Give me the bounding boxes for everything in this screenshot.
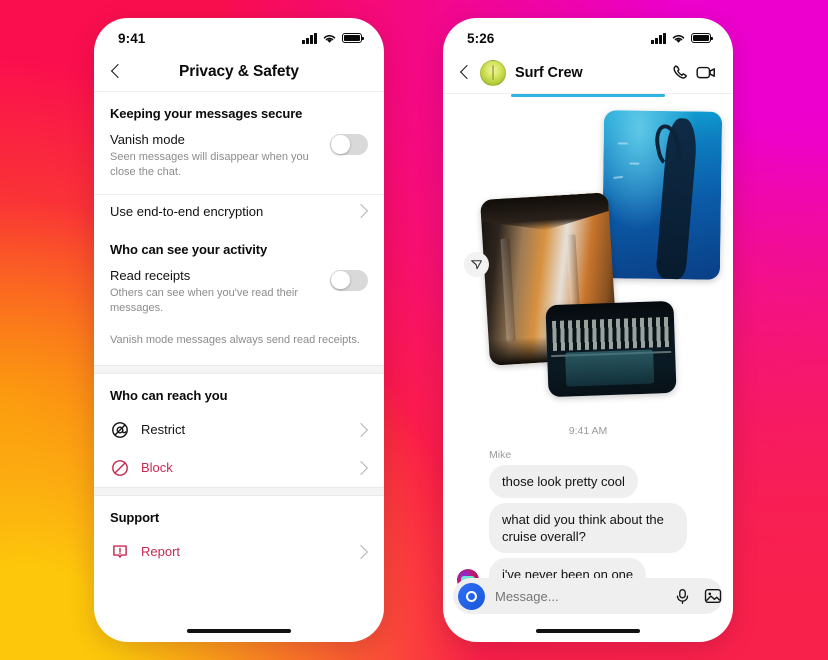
settings-list: Keeping your messages secure Vanish mode… — [94, 92, 384, 571]
message-bubble[interactable]: what did you think about the cruise over… — [489, 502, 687, 554]
toggle-knob — [331, 135, 350, 154]
microphone-icon[interactable] — [673, 587, 692, 606]
underwater-diver-photo[interactable] — [601, 109, 723, 280]
wifi-icon — [323, 34, 336, 43]
setting-title: Block — [141, 460, 173, 476]
setting-subtitle: Others can see when you've read their me… — [110, 286, 298, 315]
chevron-right-icon — [353, 460, 369, 475]
phone-right-chat-thread: 5:26 Surf Crew 9:41 AM Mike those look p… — [443, 18, 733, 642]
setting-row-text: Vanish mode Seen messages will disappear… — [110, 132, 330, 181]
setting-row-end-to-end-encryption[interactable]: Use end-to-end encryption — [94, 195, 384, 228]
chat-navigation-bar: Surf Crew — [443, 52, 733, 94]
setting-row-report[interactable]: Report — [94, 533, 384, 571]
report-icon — [110, 542, 130, 562]
share-arrow-icon[interactable] — [464, 251, 489, 277]
back-button[interactable] — [108, 63, 126, 81]
status-icons — [651, 32, 714, 44]
message-row: those look pretty cool — [443, 464, 733, 503]
status-time: 5:26 — [467, 30, 495, 46]
message-composer — [453, 578, 723, 614]
toggle-knob — [331, 270, 350, 290]
phone-left-privacy-settings: 9:41 Privacy & Safety Keeping your messa… — [94, 18, 384, 642]
message-row: what did you think about the cruise over… — [443, 502, 733, 559]
message-timestamp: 9:41 AM — [568, 424, 608, 437]
section-divider — [94, 486, 384, 496]
phone-call-icon[interactable] — [667, 60, 693, 86]
setting-title: Report — [141, 544, 181, 560]
setting-title: Restrict — [141, 422, 186, 438]
message-input[interactable] — [485, 587, 673, 605]
section-heading-support: Support — [110, 509, 160, 525]
status-icons — [302, 32, 365, 44]
setting-row-text: Read receipts Others can see when you've… — [110, 268, 330, 317]
signal-bars-icon — [651, 32, 666, 44]
block-icon — [110, 458, 130, 478]
chevron-right-icon — [353, 544, 369, 559]
page-title: Privacy & Safety — [179, 62, 299, 80]
photo-gallery-icon[interactable] — [703, 587, 722, 606]
photo-attachment-collage[interactable] — [443, 97, 733, 415]
vanish-mode-toggle[interactable] — [330, 134, 368, 155]
section-divider — [94, 364, 384, 374]
signal-bars-icon — [302, 32, 317, 44]
video-camera-icon[interactable] — [693, 60, 719, 86]
chat-title: Surf Crew — [515, 64, 583, 81]
setting-row-vanish-mode[interactable]: Vanish mode Seen messages will disappear… — [94, 129, 384, 192]
wifi-icon — [672, 34, 685, 43]
read-receipts-toggle[interactable] — [330, 269, 368, 291]
battery-icon — [342, 33, 365, 43]
restrict-icon — [110, 420, 130, 440]
status-bar: 9:41 — [94, 18, 384, 52]
composer-actions — [673, 587, 733, 606]
section-heading-see-activity: Who can see your activity — [110, 241, 268, 257]
avatar[interactable] — [480, 59, 506, 86]
chat-body: 9:41 AM Mike those look pretty cool what… — [443, 97, 733, 595]
message-bubble[interactable]: those look pretty cool — [489, 464, 638, 498]
setting-title: Read receipts — [110, 267, 191, 283]
chevron-right-icon — [353, 204, 369, 219]
setting-title: Vanish mode — [110, 132, 185, 147]
battery-icon — [691, 33, 714, 43]
screenshot-stage: 9:41 Privacy & Safety Keeping your messa… — [0, 0, 828, 660]
chevron-right-icon — [353, 422, 369, 437]
home-indicator — [187, 629, 291, 633]
setting-title: Use end-to-end encryption — [110, 203, 264, 219]
back-button[interactable] — [457, 64, 475, 82]
read-receipts-note: Vanish mode messages always send read re… — [110, 334, 360, 347]
section-heading-messages-secure: Keeping your messages secure — [110, 106, 303, 121]
status-bar: 5:26 — [443, 18, 733, 52]
status-time: 9:41 — [118, 30, 146, 46]
navigation-bar: Privacy & Safety — [94, 52, 384, 92]
setting-row-restrict[interactable]: Restrict — [94, 411, 384, 449]
setting-row-block[interactable]: Block — [94, 449, 384, 487]
camera-lens — [466, 590, 477, 602]
setting-subtitle: Seen messages will disappear when you cl… — [110, 151, 309, 179]
instagram-camera-icon[interactable] — [458, 582, 485, 610]
setting-row-read-receipts[interactable]: Read receipts Others can see when you've… — [94, 265, 384, 328]
sender-name: Mike — [489, 448, 512, 461]
home-indicator — [536, 629, 640, 633]
ship-deck-pool-photo[interactable] — [545, 300, 677, 397]
section-heading-reach-you: Who can reach you — [110, 387, 228, 403]
